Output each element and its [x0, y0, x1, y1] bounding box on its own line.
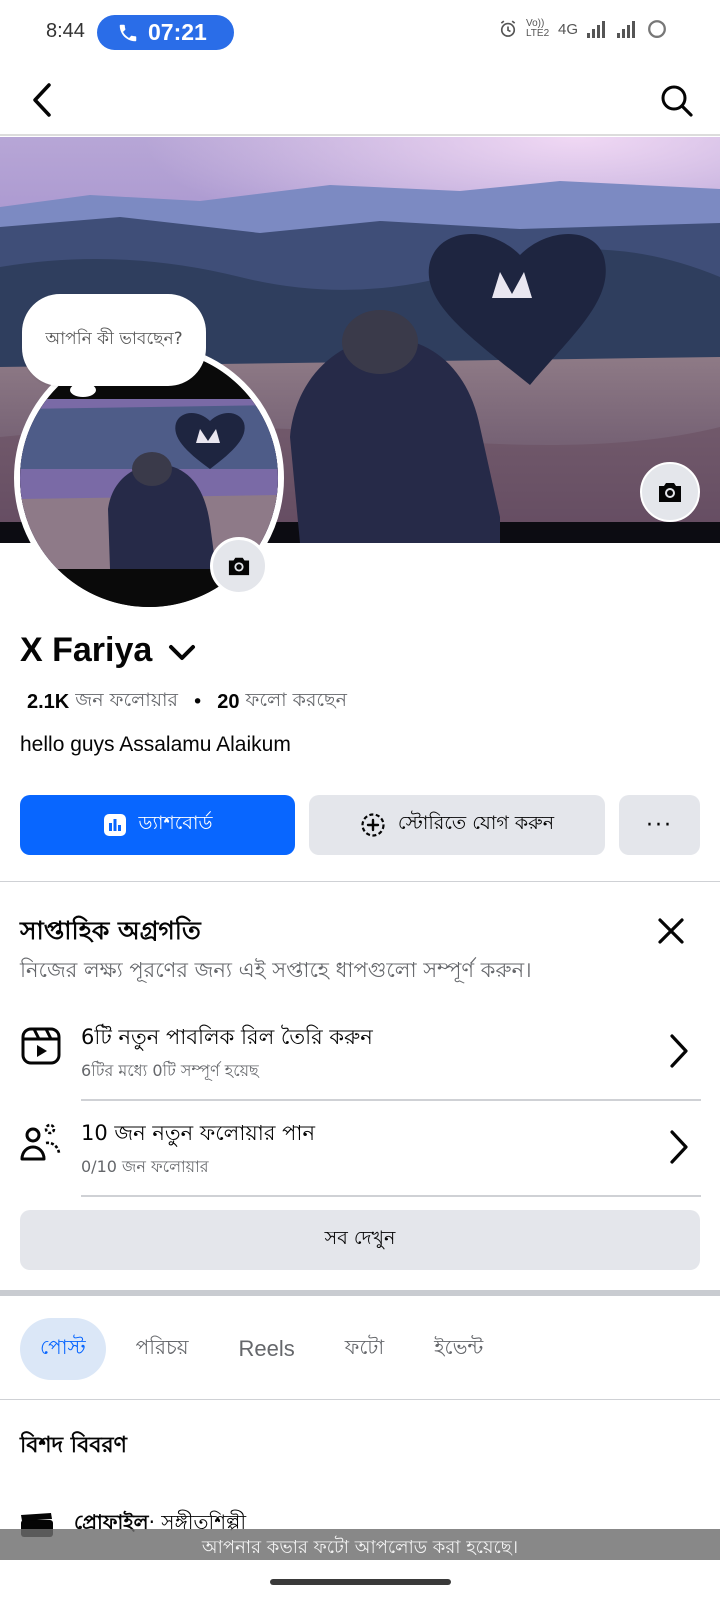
see-all-button[interactable]: সব দেখুন — [20, 1210, 700, 1270]
ongoing-call-pill[interactable]: 07:21 — [97, 15, 234, 50]
add-story-icon — [361, 813, 385, 837]
profile-name[interactable]: X Fariya — [20, 631, 196, 670]
followers-label[interactable]: জন ফলোয়ার — [75, 686, 178, 718]
task-title: 10 জন নতুন ফলোয়ার পান — [81, 1121, 315, 1145]
weekly-progress-title: সাপ্তাহিক অগ্রগতি — [20, 916, 201, 945]
followers-count[interactable]: 2.1K — [27, 691, 69, 714]
battery-icon — [648, 20, 666, 38]
back-button[interactable] — [22, 80, 62, 120]
profile-actions: ড্যাশবোর্ড স্টোরিতে যোগ করুন ··· — [20, 795, 700, 855]
status-icons: Vo)) LTE2 4G — [498, 18, 668, 40]
profile-name-text: X Fariya — [20, 631, 153, 669]
thought-bubble[interactable]: আপনি কী ভাবছেন? — [22, 294, 206, 386]
more-options-button[interactable]: ··· — [619, 795, 700, 855]
section-separator — [0, 1290, 720, 1296]
search-button[interactable] — [656, 80, 698, 122]
volte-indicator: Vo)) LTE2 — [525, 18, 550, 39]
progress-task[interactable]: 10 জন নতুন ফলোয়ার পান 0/10 জন ফলোয়ার — [0, 1101, 720, 1197]
chevron-left-icon — [33, 83, 51, 117]
tab-about[interactable]: পরিচয় — [116, 1318, 209, 1380]
status-time: 8:44 — [46, 20, 85, 42]
reels-icon — [21, 1027, 61, 1065]
profile-tabs: পোস্ট পরিচয় Reels ফটো ইভেন্ট — [20, 1318, 513, 1380]
close-icon — [658, 918, 684, 944]
toast-notification: আপনার কভার ফটো আপলোড করা হয়েছে। — [0, 1529, 720, 1560]
more-options-icon: ··· — [646, 812, 673, 838]
status-bar: 8:44 07:21 Vo)) LTE2 4G — [0, 0, 720, 64]
home-indicator[interactable] — [270, 1579, 451, 1585]
tab-photos[interactable]: ফটো — [325, 1318, 404, 1380]
stats-separator: • — [191, 691, 204, 713]
task-divider — [81, 1195, 701, 1197]
network-type: 4G — [557, 20, 578, 38]
chevron-down-icon — [169, 644, 196, 660]
progress-task[interactable]: 6টি নতুন পাবলিক রিল তৈরি করুন 6টির মধ্যে… — [0, 1005, 720, 1101]
signal-icon-2 — [617, 21, 635, 38]
profile-camera-button[interactable] — [210, 537, 268, 595]
alarm-icon — [500, 20, 516, 37]
dashboard-button-label: ড্যাশবোর্ড — [138, 812, 213, 834]
close-weekly-progress-button[interactable] — [656, 916, 686, 946]
task-title: 6টি নতুন পাবলিক রিল তৈরি করুন — [81, 1025, 373, 1049]
camera-icon — [228, 557, 250, 576]
thought-bubble-text: আপনি কী ভাবছেন? — [45, 329, 183, 349]
tab-events[interactable]: ইভেন্ট — [414, 1318, 503, 1380]
tabs-divider — [0, 1399, 720, 1400]
signal-icon — [587, 21, 605, 38]
top-navigation — [0, 66, 720, 136]
call-duration: 07:21 — [148, 19, 207, 45]
chevron-right-icon — [670, 1034, 688, 1068]
section-divider — [0, 881, 720, 882]
profile-bio: hello guys Assalamu Alaikum — [20, 733, 291, 756]
tab-reels[interactable]: Reels — [219, 1318, 315, 1380]
details-title: বিশদ বিবরণ — [20, 1433, 127, 1458]
add-to-story-button[interactable]: স্টোরিতে যোগ করুন — [309, 795, 605, 855]
following-label[interactable]: ফলো করছেন — [245, 686, 346, 718]
toast-message: আপনার কভার ফটো আপলোড করা হয়েছে। — [201, 1537, 519, 1558]
add-to-story-label: স্টোরিতে যোগ করুন — [397, 812, 555, 834]
following-count[interactable]: 20 — [217, 691, 239, 714]
task-status: 0/10 জন ফলোয়ার — [81, 1157, 209, 1176]
search-icon — [661, 85, 693, 117]
dashboard-button[interactable]: ড্যাশবোর্ড — [20, 795, 295, 855]
bar-chart-icon — [103, 814, 126, 836]
weekly-progress-subtitle: নিজের লক্ষ্য পূরণের জন্য এই সপ্তাহে ধাপগ… — [20, 958, 532, 982]
tab-posts[interactable]: পোস্ট — [20, 1318, 106, 1380]
thought-bubble-tail — [70, 383, 96, 397]
see-all-label: সব দেখুন — [324, 1227, 396, 1249]
chevron-right-icon — [670, 1130, 688, 1164]
follow-stats: 2.1K জন ফলোয়ার • 20 ফলো করছেন — [27, 686, 347, 718]
cover-camera-button[interactable] — [640, 462, 700, 522]
task-status: 6টির মধ্যে 0টি সম্পূর্ণ হয়েছ — [81, 1061, 259, 1080]
followers-icon — [20, 1123, 61, 1161]
phone-icon — [119, 24, 137, 41]
camera-icon — [659, 483, 681, 502]
